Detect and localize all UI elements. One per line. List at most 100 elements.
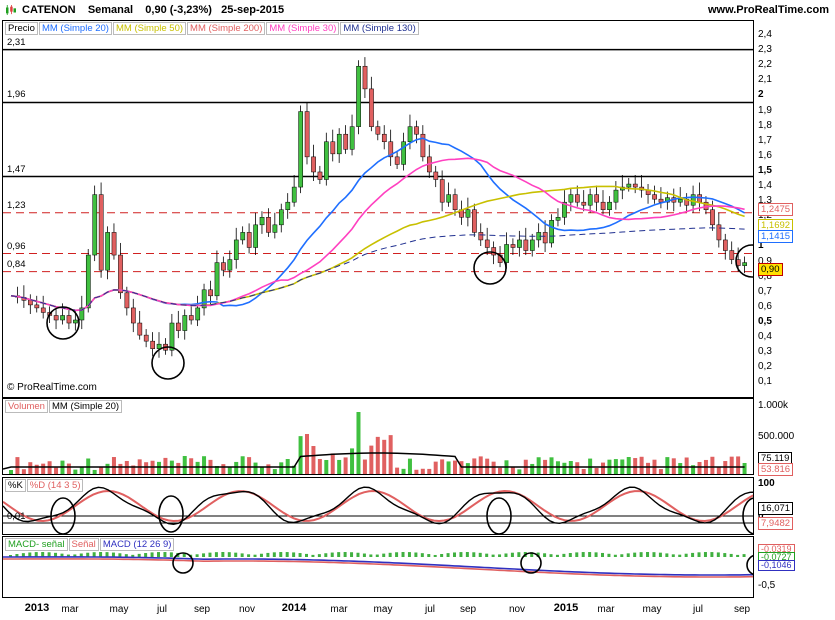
legend-item[interactable]: Precio [5,22,38,35]
price-tick: 1,4 [758,180,772,192]
volume-bar [626,457,631,474]
macd-histogram-bar [620,554,624,557]
macd-histogram-bar [227,552,231,557]
candle [414,126,419,135]
volume-panel[interactable]: Volumen MM (Simple 20) [2,398,754,475]
volume-bar [420,468,425,474]
macd-panel[interactable]: MACD- señal Señal MACD (12 26 9) [2,536,754,598]
candle [555,217,561,221]
candle [92,194,98,256]
price-panel[interactable]: Precio MM (Simple 20) MM (Simple 50) MM (Si… [2,20,754,398]
time-tick: nov [508,604,526,615]
macd-histogram-bar [279,552,283,557]
candle [549,220,554,244]
volume-bar [54,467,59,474]
stochastic-level-label: 0,01 [7,511,26,522]
time-tick: may [109,604,129,615]
candle [433,171,439,180]
legend-item[interactable]: MM (Simple 20) [38,22,112,35]
candle [73,319,78,324]
volume-bar [646,462,651,474]
macd-histogram-bar [639,552,643,557]
price-tick: 0,2 [758,361,772,373]
candle [330,141,336,155]
volume-bar [510,467,515,474]
macd-histogram-bar [375,554,379,557]
volume-bar [678,463,683,474]
candle [266,217,271,233]
level-label: 1,23 [7,199,26,211]
volume-bar [665,457,670,474]
candle [465,209,471,218]
candle [85,254,91,309]
candle [188,315,194,321]
candle [118,254,123,294]
price-tick: 0,6 [758,300,772,312]
macd-histogram-bar [240,553,244,557]
volume-bar [633,458,638,474]
volume-bar [79,467,84,474]
candle [504,244,509,263]
candle [176,322,181,331]
macd-histogram-bar [555,554,559,557]
date: 25-sep-2015 [221,4,285,16]
legend-item[interactable]: %D (14 3 5) [26,479,84,492]
legend-item[interactable]: MM (Simple 50) [112,22,187,35]
level-label: 2,31 [7,36,26,48]
volume-bar [453,460,457,474]
macd-histogram-bar [214,552,218,557]
stochastic-panel[interactable]: %K %D (14 3 5) 0,01 [2,477,754,535]
volume-bar [716,467,721,474]
legend-item[interactable]: MACD- señal [5,538,68,551]
candle [362,65,368,90]
stochastic-tag: 16,071 [758,502,794,515]
legend-item[interactable]: Volumen [5,400,48,413]
candle [542,232,548,244]
candle [298,111,304,188]
macd-histogram-bar [671,554,675,557]
volume-bar [671,458,676,474]
legend-item[interactable]: %K [5,479,26,492]
macd-histogram-bar [150,552,154,557]
candle [375,126,381,135]
legend-item[interactable]: MACD (12 26 9) [99,538,175,551]
time-tick: 2015 [553,602,579,614]
candle [169,322,175,351]
site-url[interactable]: www.ProRealTime.com [708,4,829,16]
macd-histogram-bar [369,554,373,557]
macd-legend: MACD- señal Señal MACD (12 26 9) [5,538,175,551]
macd-histogram-bar [646,552,650,557]
macd-histogram-bar [221,552,225,557]
legend-item[interactable]: Señal [68,538,99,551]
legend-item[interactable]: MM (Simple 30) [266,22,340,35]
volume-bar [594,468,599,474]
price-tick: 0,7 [758,285,772,297]
candle [66,315,72,324]
level-label: 0,96 [7,240,26,252]
candle [394,156,400,165]
time-tick: 2014 [281,602,307,614]
stochastic-legend: %K %D (14 3 5) [5,479,84,492]
legend-item[interactable]: MM (Simple 200) [187,22,266,35]
candle [446,194,452,203]
volume-bar [176,462,181,474]
candle [478,232,484,241]
volume-bar [369,445,374,474]
candle [124,292,130,309]
volume-bar [157,461,161,474]
macd-histogram-bar [504,553,508,557]
macd-histogram-bar [581,552,585,557]
legend-item[interactable]: MM (Simple 130) [340,22,419,35]
price-tag: 1,1415 [758,230,794,243]
candle [182,315,188,331]
macd-histogram-bar [247,554,251,557]
time-tick: may [373,604,393,615]
volume-bar [317,459,322,474]
volume-bar [266,464,271,474]
legend-item[interactable]: MM (Simple 20) [48,400,123,413]
volume-bar [41,463,46,474]
volume-bar [491,461,496,474]
candle [105,232,110,271]
time-tick: sep [733,604,751,615]
candle [594,194,600,203]
